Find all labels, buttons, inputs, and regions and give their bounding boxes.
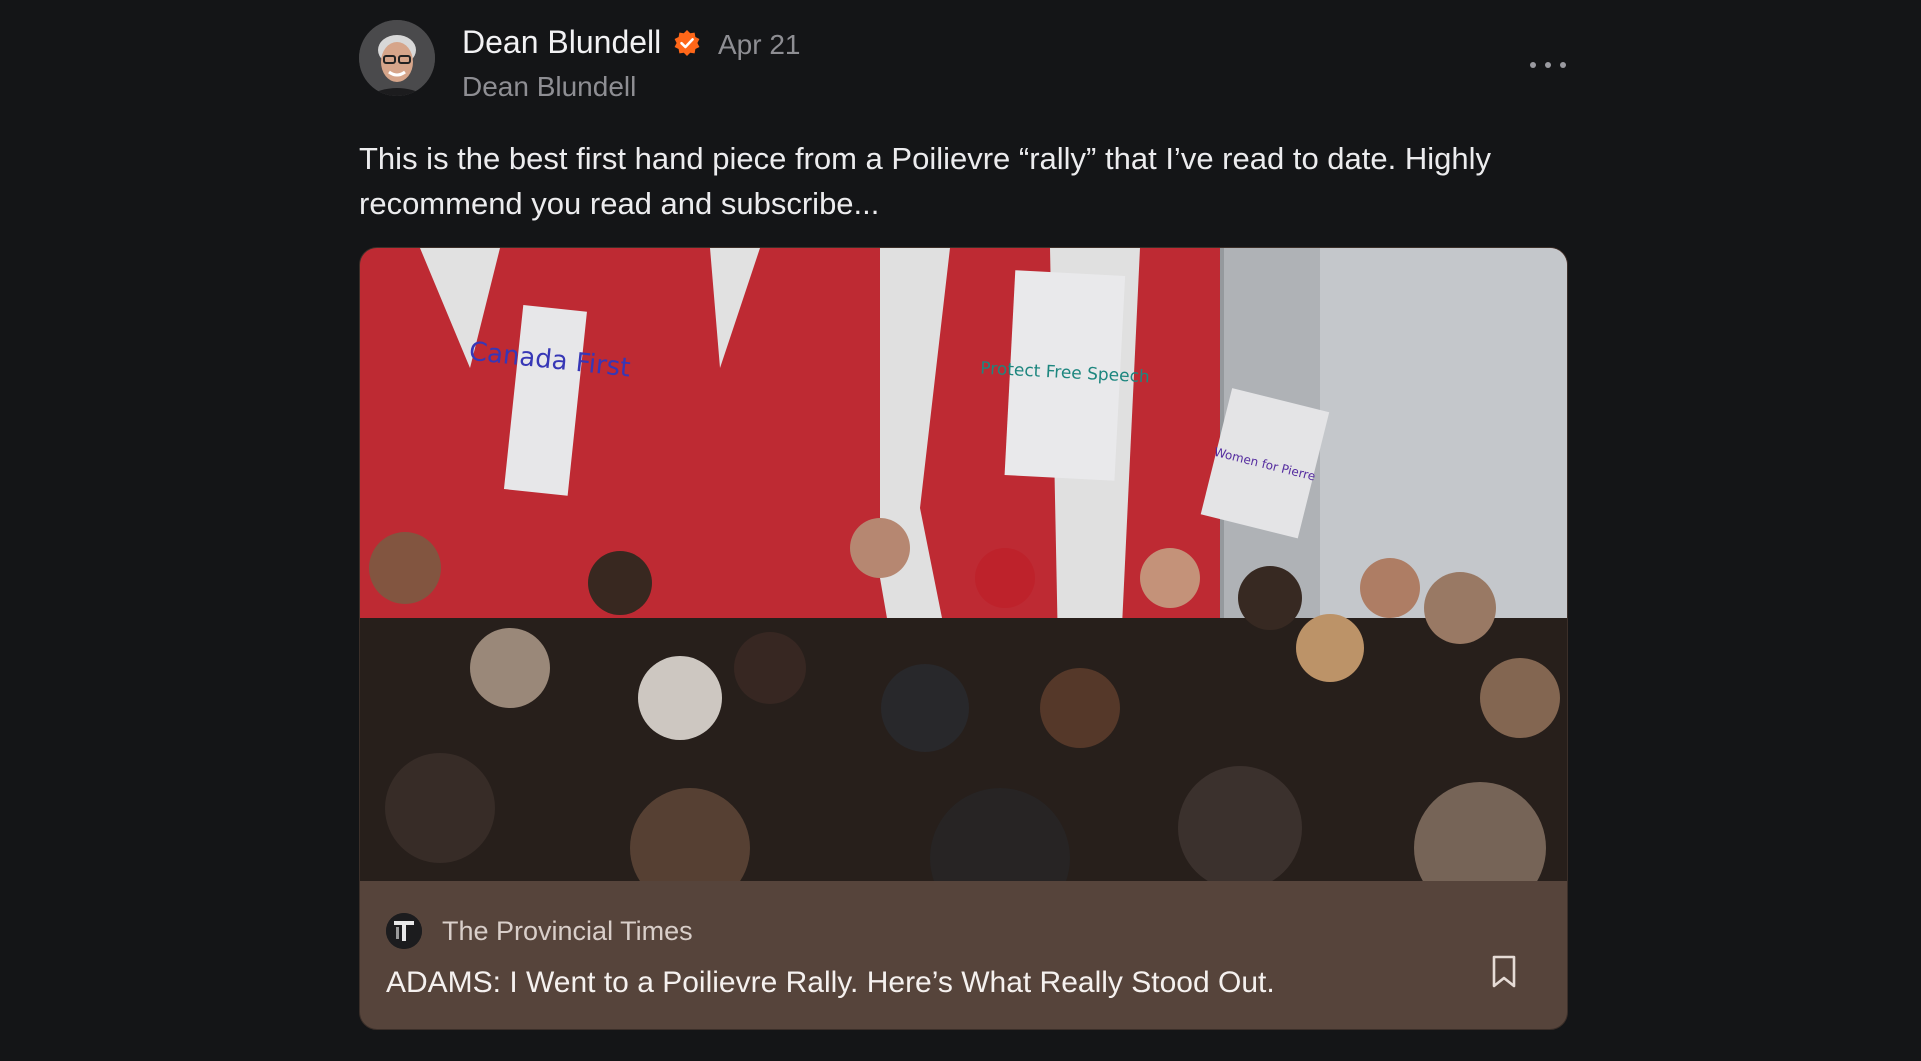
author-handle[interactable]: Dean Blundell	[462, 71, 636, 103]
verified-badge-icon	[674, 30, 700, 56]
article-image: Canada First Protect Free Speech Women f…	[360, 248, 1567, 881]
post-date: Apr 21	[718, 29, 801, 60]
link-preview-card[interactable]: Canada First Protect Free Speech Women f…	[359, 247, 1568, 1030]
article-title[interactable]: ADAMS: I Went to a Poilievre Rally. Here…	[386, 966, 1275, 1000]
more-options-icon[interactable]	[1530, 55, 1566, 75]
author-avatar[interactable]	[359, 20, 435, 96]
author-name[interactable]: Dean Blundell	[462, 24, 661, 61]
more-options-dot	[1530, 62, 1536, 68]
publication-logo	[386, 913, 422, 949]
post-text: This is the best first hand piece from a…	[359, 141, 1491, 221]
more-options-dot	[1560, 62, 1566, 68]
publication-name: The Provincial Times	[442, 916, 693, 946]
more-options-dot	[1545, 62, 1551, 68]
bookmark-icon[interactable]	[1491, 955, 1517, 989]
